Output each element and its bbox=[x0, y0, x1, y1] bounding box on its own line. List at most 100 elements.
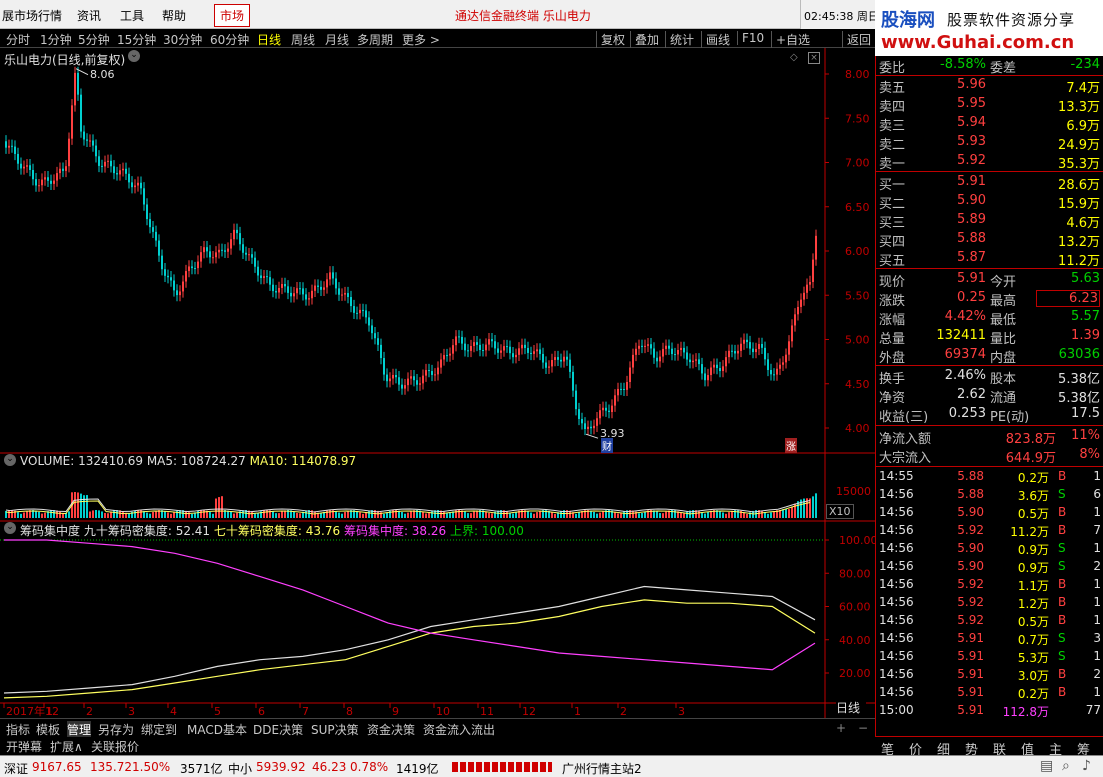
restore-rights-button[interactable]: 复权 bbox=[596, 31, 625, 48]
zoom-out-button[interactable]: − bbox=[858, 721, 868, 735]
tab-fund-decision[interactable]: 资金决策 bbox=[367, 721, 415, 738]
server-name[interactable]: 广州行情主站2 bbox=[562, 760, 642, 777]
period-daily[interactable]: 日线 bbox=[257, 31, 281, 48]
back-button[interactable]: 返回 bbox=[842, 31, 871, 48]
period-15min[interactable]: 15分钟 bbox=[117, 31, 156, 48]
chip-concentration: 筹码集中度: 38.26 bbox=[343, 524, 447, 538]
asks-row[interactable]: 卖四 5.95 13.3万 bbox=[876, 95, 1103, 115]
period-multi[interactable]: 多周期 bbox=[357, 31, 393, 48]
quote-label: 内盘 bbox=[990, 351, 1017, 366]
volume-bar bbox=[17, 512, 19, 518]
volume-bar bbox=[263, 510, 265, 518]
period-more[interactable]: 更多 > bbox=[402, 31, 440, 48]
price-tick-label: 7.00 bbox=[845, 157, 870, 170]
period-1min[interactable]: 1分钟 bbox=[40, 31, 72, 48]
tab-sup[interactable]: SUP决策 bbox=[311, 721, 359, 738]
network-icon[interactable]: ▤ bbox=[1040, 758, 1053, 774]
trade-volume: 0.7万 bbox=[1017, 633, 1049, 647]
tab-manage[interactable]: 管理 bbox=[67, 721, 92, 738]
volume-bar bbox=[362, 513, 364, 518]
candle-body bbox=[374, 333, 376, 339]
period-5min[interactable]: 5分钟 bbox=[78, 31, 110, 48]
bids-row[interactable]: 买一 5.91 28.6万 bbox=[876, 173, 1103, 193]
overlay-button[interactable]: 叠加 bbox=[630, 31, 659, 48]
bids-label: 买五 bbox=[879, 254, 906, 269]
price-tick-label: 5.00 bbox=[845, 334, 870, 347]
period-60min[interactable]: 60分钟 bbox=[210, 31, 249, 48]
volume-bar bbox=[368, 510, 370, 518]
chip-options-icon[interactable]: ⌄ bbox=[4, 522, 16, 534]
bids-row[interactable]: 买五 5.87 11.2万 bbox=[876, 249, 1103, 269]
tab-macd[interactable]: MACD基本 bbox=[187, 721, 247, 738]
chart-area[interactable]: 8.00 7.50 7.00 6.50 6.00 5.50 5.00 4.50 4.00 100.… bbox=[0, 48, 875, 718]
chart-options-icon[interactable]: ⌄ bbox=[128, 50, 140, 62]
quote-panel: 委比 -8.58% 委差 -234 卖五 5.96 7.4万 卖四 5.95 13.3万卖… bbox=[875, 56, 1103, 736]
tab-bind-to[interactable]: 绑定到 bbox=[141, 721, 177, 738]
asks-label: 卖三 bbox=[879, 119, 906, 134]
period-weekly[interactable]: 周线 bbox=[291, 31, 315, 48]
tab-related-quotes[interactable]: 关联报价 bbox=[91, 738, 139, 755]
tab-danmaku[interactable]: 开弹幕 bbox=[6, 738, 42, 755]
asks-row[interactable]: 卖一 5.92 35.3万 bbox=[876, 152, 1103, 172]
volume-bar bbox=[761, 510, 763, 518]
candle-body bbox=[692, 360, 694, 363]
quote-label: 最低 bbox=[990, 313, 1017, 328]
diamond-icon[interactable]: ◇ bbox=[790, 52, 798, 63]
volume-bar bbox=[590, 510, 592, 518]
add-favorite-button[interactable]: +自选 bbox=[771, 31, 810, 48]
date-tick-label: 8 bbox=[346, 705, 353, 718]
asks-row[interactable]: 卖五 5.96 7.4万 bbox=[876, 76, 1103, 96]
asks-row[interactable]: 卖二 5.93 24.9万 bbox=[876, 133, 1103, 153]
menu-help[interactable]: 帮助 bbox=[162, 7, 186, 24]
menu-news[interactable]: 资讯 bbox=[77, 7, 101, 24]
trade-price: 5.88 bbox=[957, 469, 984, 483]
tab-dde[interactable]: DDE决策 bbox=[253, 721, 303, 738]
zoom-in-button[interactable]: + bbox=[836, 721, 846, 735]
weibi-value: -8.58% bbox=[940, 57, 986, 72]
tab-fund-flow[interactable]: 资金流入流出 bbox=[423, 721, 495, 738]
volume-bar bbox=[152, 511, 154, 518]
candle-body bbox=[86, 139, 88, 141]
tab-template[interactable]: 模板 bbox=[36, 721, 60, 738]
finance-marker[interactable]: 财 bbox=[601, 438, 613, 453]
stats-button[interactable]: 统计 bbox=[665, 31, 694, 48]
f10-button[interactable]: F10 bbox=[737, 31, 764, 45]
bids-row[interactable]: 买三 5.89 4.6万 bbox=[876, 211, 1103, 231]
price-tick-label: 5.50 bbox=[845, 289, 870, 302]
date-tick-label: 3 bbox=[678, 705, 685, 718]
candle-body bbox=[14, 146, 16, 154]
candle-body bbox=[401, 384, 403, 389]
menu-tools[interactable]: 工具 bbox=[120, 7, 144, 24]
sz-value: 9167.65 bbox=[32, 760, 82, 774]
asks-row[interactable]: 卖三 5.94 6.9万 bbox=[876, 114, 1103, 134]
menu-market-tab[interactable]: 市场 bbox=[214, 4, 251, 27]
candle-body bbox=[215, 252, 217, 258]
tab-indicator[interactable]: 指标 bbox=[6, 721, 30, 738]
bids-row[interactable]: 买二 5.90 15.9万 bbox=[876, 192, 1103, 212]
tab-expand[interactable]: 扩展∧ bbox=[50, 738, 83, 755]
period-time[interactable]: 分时 bbox=[6, 31, 30, 48]
volume-bar bbox=[296, 512, 298, 518]
limit-up-marker[interactable]: 涨 bbox=[785, 438, 797, 453]
chart-svg[interactable]: 8.00 7.50 7.00 6.50 6.00 5.50 5.00 4.50 4.00 100.… bbox=[0, 48, 875, 718]
bids-row[interactable]: 买四 5.88 13.2万 bbox=[876, 230, 1103, 250]
fund-label: 股本 bbox=[990, 372, 1017, 387]
search-icon[interactable]: ⌕ bbox=[1062, 758, 1070, 774]
draw-button[interactable]: 画线 bbox=[701, 31, 730, 48]
speaker-icon[interactable]: ♪ bbox=[1082, 758, 1091, 774]
period-monthly[interactable]: 月线 bbox=[325, 31, 349, 48]
trade-direction: S bbox=[1058, 487, 1066, 501]
zx-label: 中小 bbox=[228, 762, 253, 776]
menu-market-quotes[interactable]: 展市场行情 bbox=[2, 7, 62, 24]
volume-options-icon[interactable]: ⌄ bbox=[4, 454, 16, 466]
chip-name: 筹码集中度 bbox=[20, 524, 81, 538]
trade-row: 14:55 5.88 0.2万 B 1 bbox=[876, 468, 1103, 486]
candle-body bbox=[89, 140, 91, 142]
volume-bar bbox=[449, 512, 451, 518]
close-icon[interactable]: × bbox=[808, 52, 820, 64]
tab-save-as[interactable]: 另存为 bbox=[98, 721, 134, 738]
bids-label: 买二 bbox=[879, 197, 906, 212]
period-30min[interactable]: 30分钟 bbox=[163, 31, 202, 48]
candle-body bbox=[680, 347, 682, 350]
price-tick-label: 4.50 bbox=[845, 378, 870, 391]
